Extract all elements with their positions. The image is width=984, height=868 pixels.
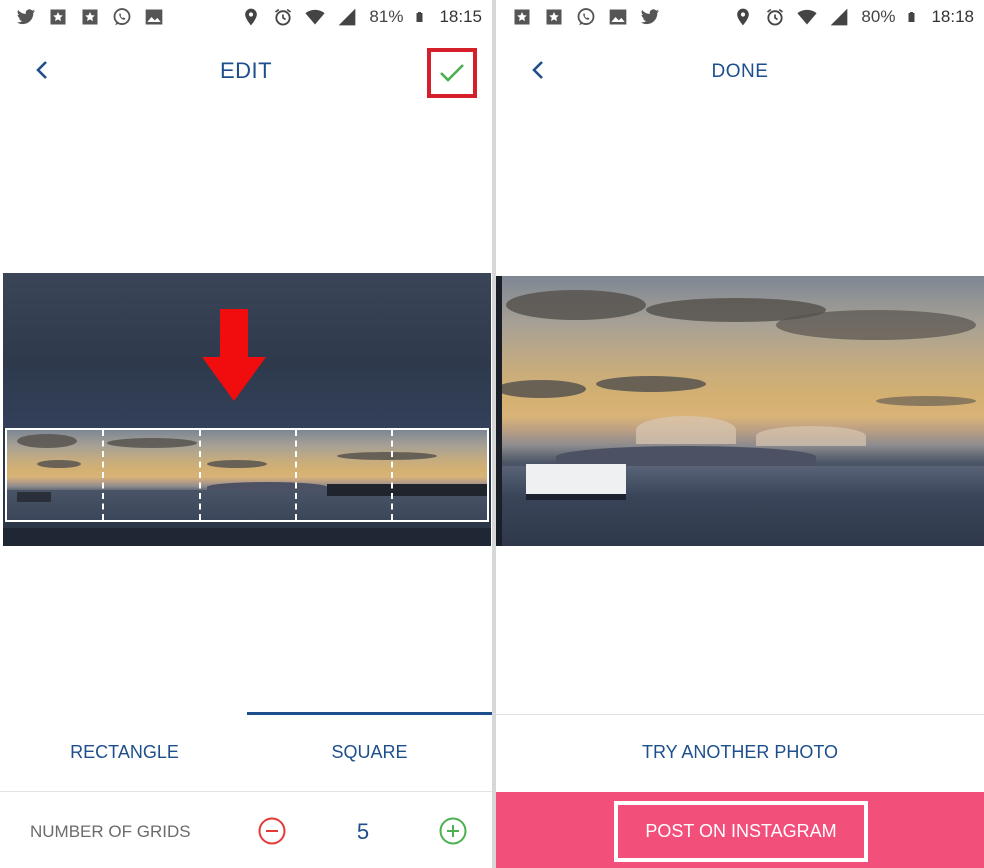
battery-percent: 80% (861, 7, 896, 26)
whatsapp-icon (577, 8, 595, 26)
ferry (17, 492, 51, 502)
active-tab-indicator (247, 712, 492, 715)
location-icon (737, 8, 750, 26)
wifi-icon (797, 9, 818, 25)
clock: 18:15 (439, 7, 482, 26)
down-arrow-icon (202, 309, 266, 401)
divider-line (496, 714, 984, 715)
whatsapp-icon (113, 8, 131, 26)
grid-count-row: NUMBER OF GRIDS 5 (0, 791, 492, 868)
tab-square[interactable]: SQUARE (247, 742, 492, 763)
photo-canvas[interactable] (3, 273, 491, 546)
battery-icon (908, 12, 915, 22)
star-icon (82, 9, 98, 25)
page-title: EDIT (219, 58, 273, 83)
twitter-icon (640, 9, 660, 25)
app-header: EDIT (0, 42, 492, 100)
page-title: DONE (711, 61, 769, 82)
star-icon (514, 9, 530, 25)
try-another-photo-button[interactable]: TRY ANOTHER PHOTO (496, 742, 984, 763)
star-icon (546, 9, 562, 25)
ferry (526, 464, 626, 500)
status-bar: 81% 18:15 (0, 0, 492, 34)
alarm-icon (275, 8, 292, 26)
battery-icon (416, 12, 423, 22)
image-icon (145, 9, 163, 25)
location-icon (245, 8, 258, 26)
alarm-icon (767, 8, 784, 26)
signal-icon (831, 8, 848, 26)
app-header: DONE (496, 42, 984, 100)
decrease-grids-button[interactable] (257, 816, 287, 846)
grid-count-label: NUMBER OF GRIDS (30, 822, 191, 841)
tab-rectangle[interactable]: RECTANGLE (2, 742, 247, 763)
crop-selection[interactable] (5, 428, 489, 522)
check-icon (440, 64, 464, 82)
ship (327, 484, 487, 496)
status-bar: 80% 18:18 (496, 0, 984, 34)
image-icon (609, 9, 627, 25)
clock: 18:18 (931, 7, 974, 26)
result-photo (496, 276, 984, 546)
wifi-icon (305, 9, 326, 25)
grid-type-tabs: RECTANGLE SQUARE (0, 712, 492, 792)
post-bar: POST ON INSTAGRAM (496, 792, 984, 868)
twitter-icon (16, 9, 36, 25)
increase-grids-button[interactable] (438, 816, 468, 846)
confirm-button[interactable] (427, 48, 477, 98)
edit-screen: 81% 18:15 EDIT RECTANGLE SQUARE NUMBER O… (0, 0, 492, 868)
done-screen: 80% 18:18 DONE TRY ANOTHER PHOTO POST ON… (496, 0, 984, 868)
signal-icon (339, 8, 356, 26)
star-icon (50, 9, 66, 25)
battery-percent: 81% (369, 7, 404, 26)
grid-count-value: 5 (356, 819, 370, 844)
post-on-instagram-button[interactable]: POST ON INSTAGRAM (614, 801, 868, 862)
